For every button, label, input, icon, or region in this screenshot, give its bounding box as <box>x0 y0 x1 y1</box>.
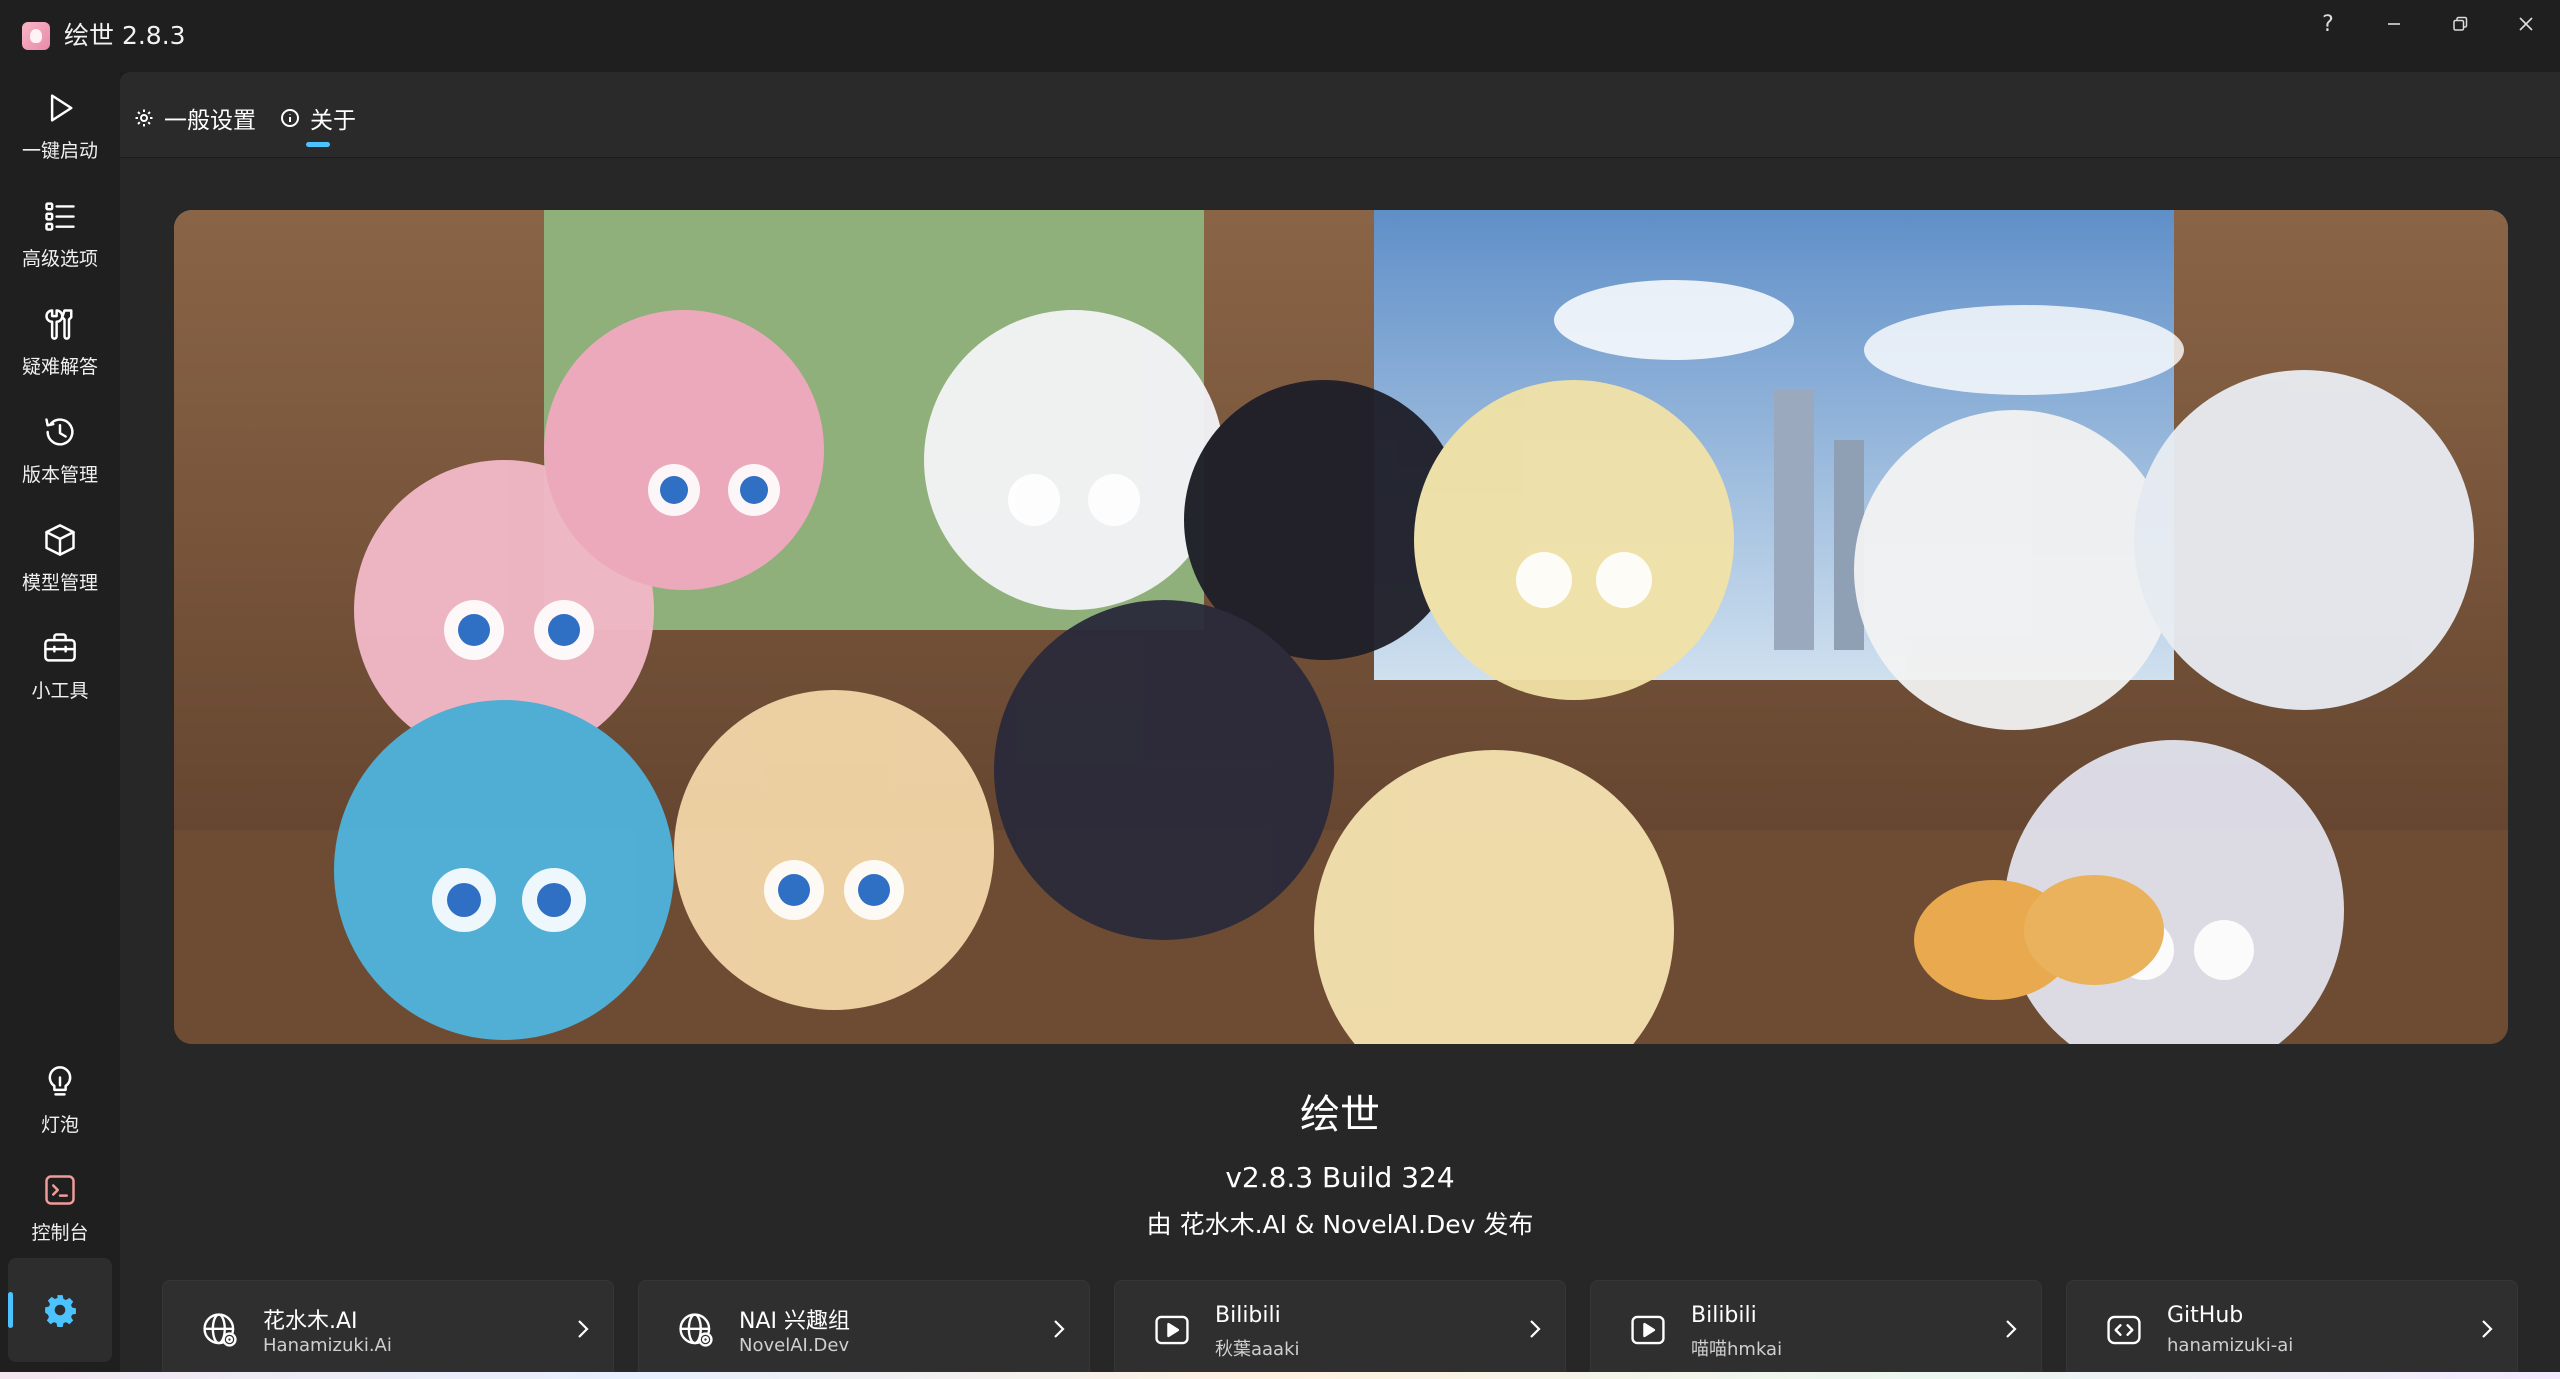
tab-general-settings[interactable]: 一般设置 <box>134 98 256 138</box>
restore-icon <box>2453 16 2468 31</box>
code-icon <box>2105 1311 2143 1349</box>
app-logo-icon <box>22 22 50 50</box>
close-button[interactable] <box>2496 6 2556 42</box>
chevron-right-icon <box>573 1315 593 1343</box>
sidebar-item-troubleshoot[interactable]: 疑难解答 <box>8 294 112 394</box>
minimize-button[interactable] <box>2364 6 2424 42</box>
title-bar: 绘世 2.8.3 ? <box>0 0 2560 72</box>
tab-about[interactable]: 关于 <box>280 98 356 138</box>
chevron-right-icon <box>2001 1315 2021 1343</box>
link-subtitle: hanamizuki-ai <box>2167 1335 2294 1356</box>
link-subtitle: Hanamizuki.Ai <box>263 1335 392 1356</box>
chevron-right-icon <box>2477 1315 2497 1343</box>
chevron-right-icon <box>1049 1315 1069 1343</box>
sidebar-item-launch[interactable]: 一键启动 <box>8 78 112 178</box>
tab-label: 关于 <box>310 108 356 134</box>
sidebar-item-label: 灯泡 <box>40 1114 79 1136</box>
link-title: NAI 兴趣组 <box>739 1309 850 1334</box>
app-publisher: 由 花水木.AI & NovelAI.Dev 发布 <box>1146 1210 1534 1239</box>
link-card-nai-group[interactable]: NAI 兴趣组 NovelAI.Dev <box>638 1280 1090 1379</box>
history-icon <box>45 418 74 446</box>
sidebar-item-label: 版本管理 <box>21 464 98 486</box>
sidebar-item-advanced[interactable]: 高级选项 <box>8 186 112 286</box>
link-subtitle: 秋葉aaaki <box>1215 1339 1300 1360</box>
sidebar-item-lightbulb[interactable]: 灯泡 <box>8 1052 112 1152</box>
link-title: Bilibili <box>1691 1303 1757 1328</box>
sidebar-item-settings[interactable] <box>8 1258 112 1362</box>
close-icon <box>2519 17 2533 31</box>
lightbulb-icon <box>48 1066 72 1096</box>
sidebar-item-label: 控制台 <box>31 1222 89 1244</box>
globe-icon <box>201 1311 239 1349</box>
link-card-bilibili-hmkai[interactable]: Bilibili 喵喵hmkai <box>1590 1280 2042 1379</box>
sidebar-item-label: 模型管理 <box>21 572 98 594</box>
app-name: 绘世 <box>1300 1092 1380 1138</box>
wrench-icon <box>45 309 73 340</box>
help-button[interactable]: ? <box>2298 6 2358 42</box>
video-icon <box>1629 1311 1667 1349</box>
sidebar-item-label: 疑难解答 <box>21 356 98 378</box>
tab-bar: 一般设置 关于 <box>120 72 2560 158</box>
play-icon <box>50 94 73 122</box>
sidebar-item-label: 高级选项 <box>21 248 98 270</box>
sidebar-item-label: 一键启动 <box>21 140 98 162</box>
sidebar-item-models[interactable]: 模型管理 <box>8 510 112 610</box>
sidebar: 一键启动 高级选项 疑难解答 版本管理 模型管理 小工具 灯泡 控制台 <box>0 72 120 1379</box>
active-indicator <box>8 1292 13 1328</box>
list-icon <box>45 202 75 231</box>
active-tab-indicator <box>306 142 330 147</box>
gear-icon <box>45 1295 76 1327</box>
cube-icon <box>45 524 75 556</box>
link-title: Bilibili <box>1215 1303 1281 1328</box>
globe-icon <box>677 1311 715 1349</box>
gear-icon <box>135 109 153 127</box>
sidebar-item-label: 小工具 <box>31 680 89 702</box>
link-card-bilibili-aaaki[interactable]: Bilibili 秋葉aaaki <box>1114 1280 1566 1379</box>
taskbar-edge <box>0 1372 2560 1379</box>
info-icon <box>281 109 299 127</box>
about-banner-image <box>174 210 2508 1044</box>
window-title: 绘世 2.8.3 <box>64 21 186 50</box>
sidebar-item-console[interactable]: 控制台 <box>8 1160 112 1260</box>
link-title: GitHub <box>2167 1303 2244 1328</box>
terminal-icon <box>45 1175 75 1205</box>
sidebar-item-tools[interactable]: 小工具 <box>8 618 112 718</box>
tab-label: 一般设置 <box>164 108 256 134</box>
link-card-hanamizuki[interactable]: 花水木.AI Hanamizuki.Ai <box>162 1280 614 1379</box>
link-card-github[interactable]: GitHub hanamizuki-ai <box>2066 1280 2518 1379</box>
toolbox-icon <box>44 633 76 662</box>
link-title: 花水木.AI <box>263 1309 358 1334</box>
chevron-right-icon <box>1525 1315 1545 1343</box>
main-panel: 一般设置 关于 绘世 v2.8.3 Build 324 由 花水木.AI & N… <box>120 72 2560 1379</box>
link-subtitle: NovelAI.Dev <box>739 1335 850 1356</box>
video-icon <box>1153 1311 1191 1349</box>
restore-button[interactable] <box>2430 6 2490 42</box>
minimize-icon <box>2388 23 2400 25</box>
sidebar-item-versions[interactable]: 版本管理 <box>8 402 112 502</box>
app-version: v2.8.3 Build 324 <box>1225 1161 1455 1194</box>
link-subtitle: 喵喵hmkai <box>1691 1339 1783 1360</box>
